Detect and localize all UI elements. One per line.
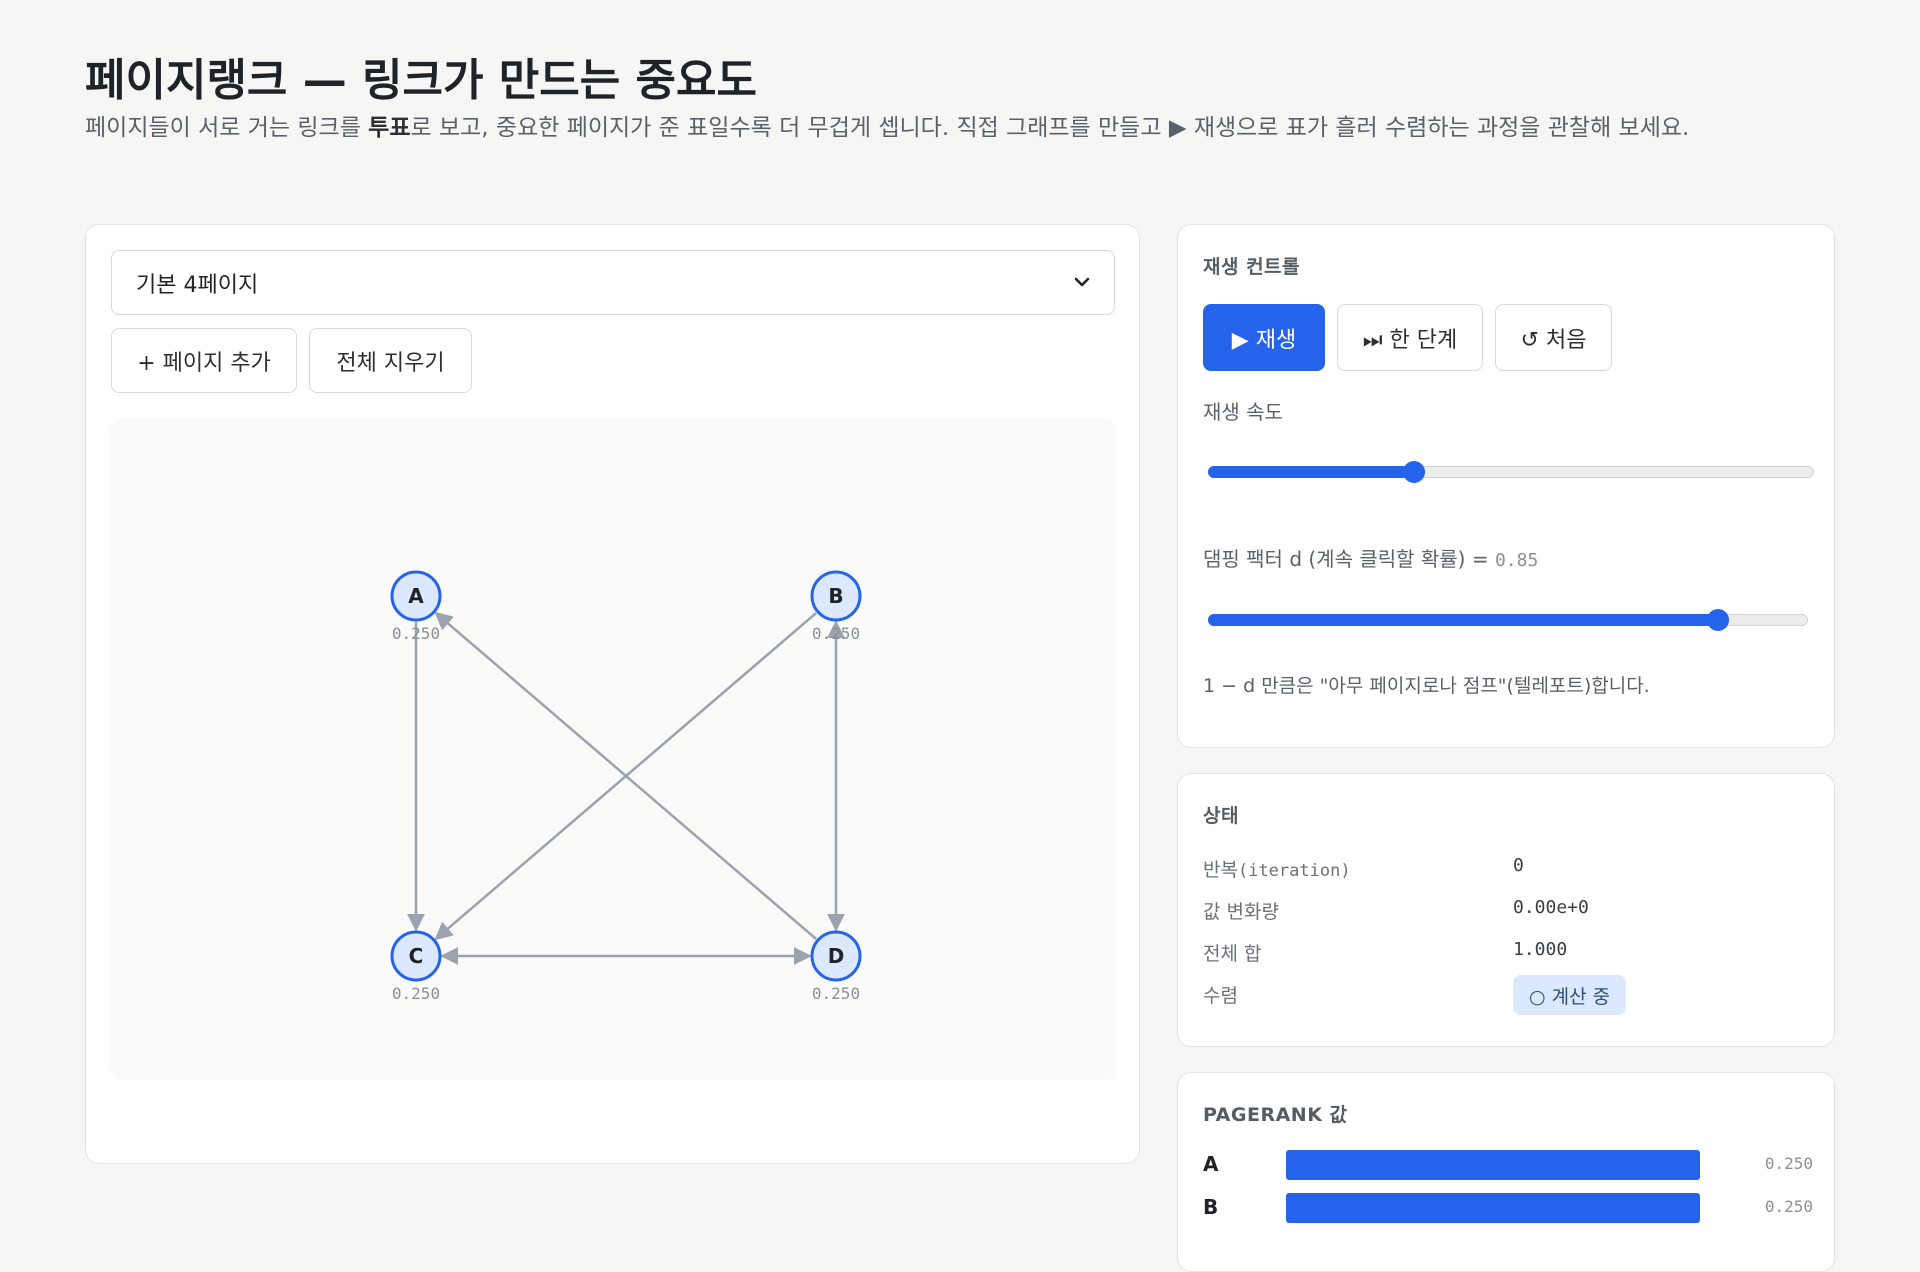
delta-label: 값 변화량 xyxy=(1203,901,1279,923)
iteration-label-ko: 반복 xyxy=(1203,859,1238,881)
chevron-down-icon xyxy=(1074,273,1090,292)
damping-slider-thumb[interactable] xyxy=(1707,609,1729,631)
rank-bar xyxy=(1286,1150,1700,1180)
graph-editor-card: 기본 4페이지 + 페이지 추가 전체 지우기 A 0.250 B 0.250 C 0.2… xyxy=(85,224,1140,1164)
damping-slider[interactable] xyxy=(1208,609,1808,631)
rank-row: B 0.250 xyxy=(1203,1193,1813,1223)
damping-label: 댐핑 팩터 d (계속 클릭할 확률) = 0.85 xyxy=(1203,543,1538,572)
node-score: 0.250 xyxy=(812,984,860,1003)
graph-svg[interactable]: A 0.250 B 0.250 C 0.250 D 0.250 xyxy=(111,418,1115,1080)
iteration-label: 반복(iteration) xyxy=(1203,855,1351,882)
preset-select-value: 기본 4페이지 xyxy=(136,272,259,298)
damping-slider-fill xyxy=(1208,614,1718,626)
damping-label-text: 댐핑 팩터 d (계속 클릭할 확률) = xyxy=(1203,547,1495,571)
add-page-button[interactable]: + 페이지 추가 xyxy=(111,328,297,393)
node-label: D xyxy=(828,944,845,968)
playback-controls-card: 재생 컨트롤 ▶ 재생 ⏭ 한 단계 ↺ 처음 재생 속도 댐핑 팩터 d (계… xyxy=(1177,224,1835,748)
graph-node-D[interactable]: D 0.250 xyxy=(810,930,862,1003)
sum-value: 1.000 xyxy=(1513,939,1568,960)
graph-node-A[interactable]: A 0.250 xyxy=(390,570,442,643)
subtitle-text-1: 페이지들이 서로 거는 링크를 xyxy=(85,115,369,141)
state-row-delta: 값 변화량 0.00e+0 xyxy=(1203,897,1803,927)
damping-value: 0.85 xyxy=(1494,550,1539,571)
rank-row: A 0.250 xyxy=(1203,1150,1813,1180)
node-label: C xyxy=(409,944,424,968)
sum-label: 전체 합 xyxy=(1203,943,1262,965)
step-button[interactable]: ⏭ 한 단계 xyxy=(1337,304,1483,371)
node-score: 0.250 xyxy=(812,624,860,643)
speed-slider[interactable] xyxy=(1208,461,1814,483)
state-row-converge: 수렴 ○ 계산 중 xyxy=(1203,975,1803,1015)
rank-name: B xyxy=(1203,1195,1219,1219)
state-title: 상태 xyxy=(1203,805,1239,827)
controls-title: 재생 컨트롤 xyxy=(1203,256,1301,278)
play-button[interactable]: ▶ 재생 xyxy=(1203,304,1325,371)
graph-node-C[interactable]: C 0.250 xyxy=(390,930,442,1003)
subtitle-bold: 투표 xyxy=(368,115,411,141)
clear-all-button[interactable]: 전체 지우기 xyxy=(309,328,472,393)
converge-label: 수렴 xyxy=(1203,985,1238,1007)
preset-select[interactable]: 기본 4페이지 xyxy=(111,250,1115,315)
graph-node-B[interactable]: B 0.250 xyxy=(810,570,862,643)
pagerank-title: PAGERANK 값 xyxy=(1203,1104,1348,1126)
speed-slider-fill xyxy=(1208,466,1415,478)
page-title: 페이지랭크 — 링크가 만드는 중요도 xyxy=(85,55,757,106)
node-score: 0.250 xyxy=(392,624,440,643)
rank-value: 0.250 xyxy=(1764,1154,1813,1173)
subtitle-text-2: 로 보고, 중요한 페이지가 준 표일수록 더 무겁게 셉니다. 직접 그래프를… xyxy=(410,115,1690,141)
page-subtitle: 페이지들이 서로 거는 링크를 투표로 보고, 중요한 페이지가 준 표일수록 … xyxy=(85,110,1825,147)
node-label: B xyxy=(828,584,843,608)
iteration-label-en: (iteration) xyxy=(1237,861,1351,881)
rank-bar xyxy=(1286,1193,1700,1223)
converge-status-badge: ○ 계산 중 xyxy=(1513,975,1627,1015)
delta-value: 0.00e+0 xyxy=(1513,897,1589,918)
node-score: 0.250 xyxy=(392,984,440,1003)
node-label: A xyxy=(408,584,424,608)
teleport-note: 1 − d 만큼은 "아무 페이지로나 점프"(텔레포트)합니다. xyxy=(1203,675,1650,697)
rank-name: A xyxy=(1203,1152,1219,1176)
speed-slider-thumb[interactable] xyxy=(1403,461,1426,483)
state-row-sum: 전체 합 1.000 xyxy=(1203,939,1803,969)
iteration-value: 0 xyxy=(1513,855,1524,876)
state-row-iteration: 반복(iteration) 0 xyxy=(1203,855,1803,885)
state-card: 상태 반복(iteration) 0 값 변화량 0.00e+0 전체 합 1.… xyxy=(1177,773,1835,1047)
speed-label: 재생 속도 xyxy=(1203,400,1283,424)
pagerank-card: PAGERANK 값 A 0.250 B 0.250 xyxy=(1177,1072,1835,1272)
reset-button[interactable]: ↺ 처음 xyxy=(1495,304,1612,371)
graph-canvas[interactable]: A 0.250 B 0.250 C 0.250 D 0.250 xyxy=(111,418,1115,1080)
